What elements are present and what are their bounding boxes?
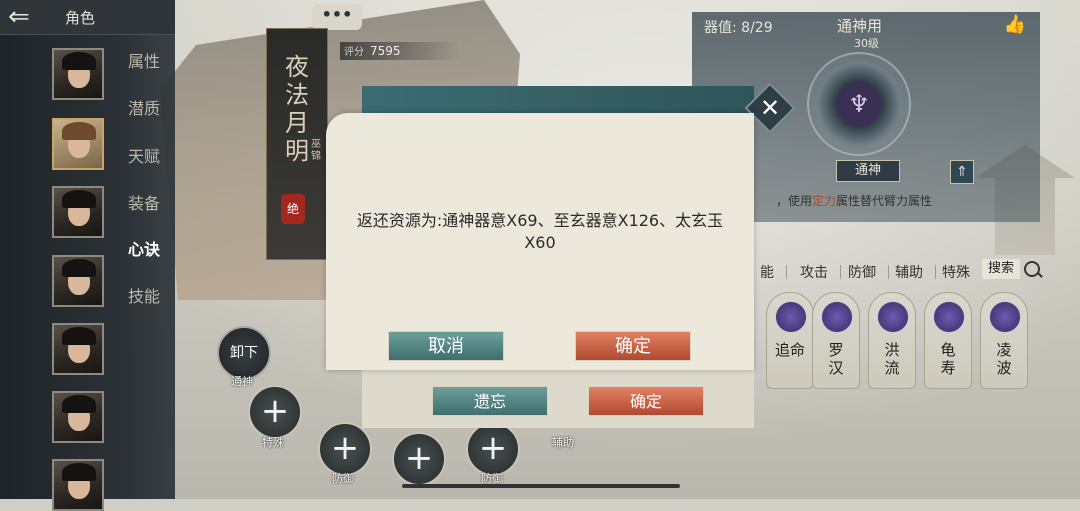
tab-defense[interactable]: 防御 — [848, 262, 876, 282]
skill-emblem-icon — [775, 301, 807, 333]
home-indicator — [402, 484, 680, 488]
character-portrait[interactable] — [52, 255, 104, 307]
skill-card[interactable]: 洪流 — [868, 292, 916, 389]
skill-emblem-icon — [933, 301, 965, 333]
add-slot-button[interactable]: + — [392, 432, 446, 486]
unload-button[interactable]: 卸下 — [217, 326, 271, 380]
menu-talent[interactable]: 天赋 — [128, 143, 160, 167]
tab-skill[interactable]: 能 — [760, 262, 774, 282]
slot-label-special: 特殊 — [262, 436, 284, 449]
slot-label-assist: 辅助 — [552, 436, 574, 449]
character-subtitle: 巫锦 — [311, 139, 321, 162]
slot-label-defense: 防御 — [332, 472, 354, 485]
confirm-button[interactable]: 确定 — [575, 331, 691, 361]
search-icon[interactable] — [1024, 261, 1040, 277]
menu-potential[interactable]: 潜质 — [128, 95, 160, 119]
slot-label-tongshen: 通神 — [231, 375, 253, 388]
equipment-level: 30级 — [854, 37, 879, 50]
menu-skills[interactable]: 技能 — [128, 283, 160, 307]
menu-attributes[interactable]: 属性 — [128, 48, 160, 72]
score-bar: 评分 7595 — [340, 42, 460, 60]
tab-assist[interactable]: 辅助 — [895, 262, 923, 282]
skill-emblem-icon — [821, 301, 853, 333]
deity-icon: ♆ — [837, 82, 881, 126]
skill-card[interactable]: 罗汉 — [812, 292, 860, 389]
forget-confirm-button[interactable]: 确定 — [588, 386, 704, 416]
forget-dialog-header — [362, 86, 754, 116]
dialog-message: 返还资源为:通神器意X69、至玄器意X126、太玄玉X60 — [356, 211, 724, 252]
character-portrait[interactable] — [52, 459, 104, 511]
tongshen-badge: 通神 — [836, 160, 900, 182]
forget-button[interactable]: 遗忘 — [432, 386, 548, 416]
equipment-emblem[interactable]: ♆ — [807, 52, 911, 156]
character-portrait[interactable] — [52, 391, 104, 443]
equipment-description: ，使用定力属性替代臂力属性 — [776, 194, 933, 208]
character-portrait[interactable] — [52, 323, 104, 375]
character-portrait[interactable] — [52, 186, 104, 238]
cancel-button[interactable]: 取消 — [388, 331, 504, 361]
skill-card[interactable]: 凌波 — [980, 292, 1028, 389]
add-defense-slot-button[interactable]: + — [318, 422, 372, 476]
chat-button[interactable]: ••• — [312, 4, 362, 30]
skill-emblem-icon — [989, 301, 1021, 333]
character-portrait[interactable] — [52, 48, 104, 100]
left-sidebar: ⇐ 角色 属性 潜质 天赋 装备 心诀 技能 — [0, 0, 175, 511]
back-arrow-icon[interactable]: ⇐ — [8, 4, 48, 30]
score-value: 7595 — [370, 44, 401, 58]
rarity-seal: 绝 — [281, 194, 305, 224]
menu-heart-art[interactable]: 心诀 — [128, 236, 160, 260]
add-special-slot-button[interactable]: + — [248, 385, 302, 439]
skill-card[interactable]: 龟寿 — [924, 292, 972, 389]
thumbs-up-icon[interactable]: 👍 — [1004, 14, 1026, 35]
character-portrait-selected[interactable] — [52, 118, 104, 170]
top-header: ⇐ 角色 — [0, 0, 175, 35]
tab-attack[interactable]: 攻击 — [800, 262, 828, 282]
equipment-title: 通神用 — [837, 17, 883, 35]
upgrade-arrow-icon[interactable]: ⇑ — [950, 160, 974, 184]
confirm-dialog: 返还资源为:通神器意X69、至玄器意X126、太玄玉X60 取消 确定 — [326, 113, 754, 370]
tab-special[interactable]: 特殊 — [942, 262, 970, 282]
qizhi-value: 器值: 8/29 — [704, 20, 773, 36]
search-button[interactable]: 搜索 — [982, 259, 1020, 279]
skill-emblem-icon — [877, 301, 909, 333]
menu-equipment[interactable]: 装备 — [128, 190, 160, 214]
character-banner: 夜法月明 巫锦 绝 — [266, 28, 328, 260]
score-label: 评分 — [344, 47, 364, 58]
page-title: 角色 — [65, 9, 96, 27]
add-defense2-slot-button[interactable]: + — [466, 422, 520, 476]
skill-card[interactable]: 追命 — [766, 292, 814, 389]
